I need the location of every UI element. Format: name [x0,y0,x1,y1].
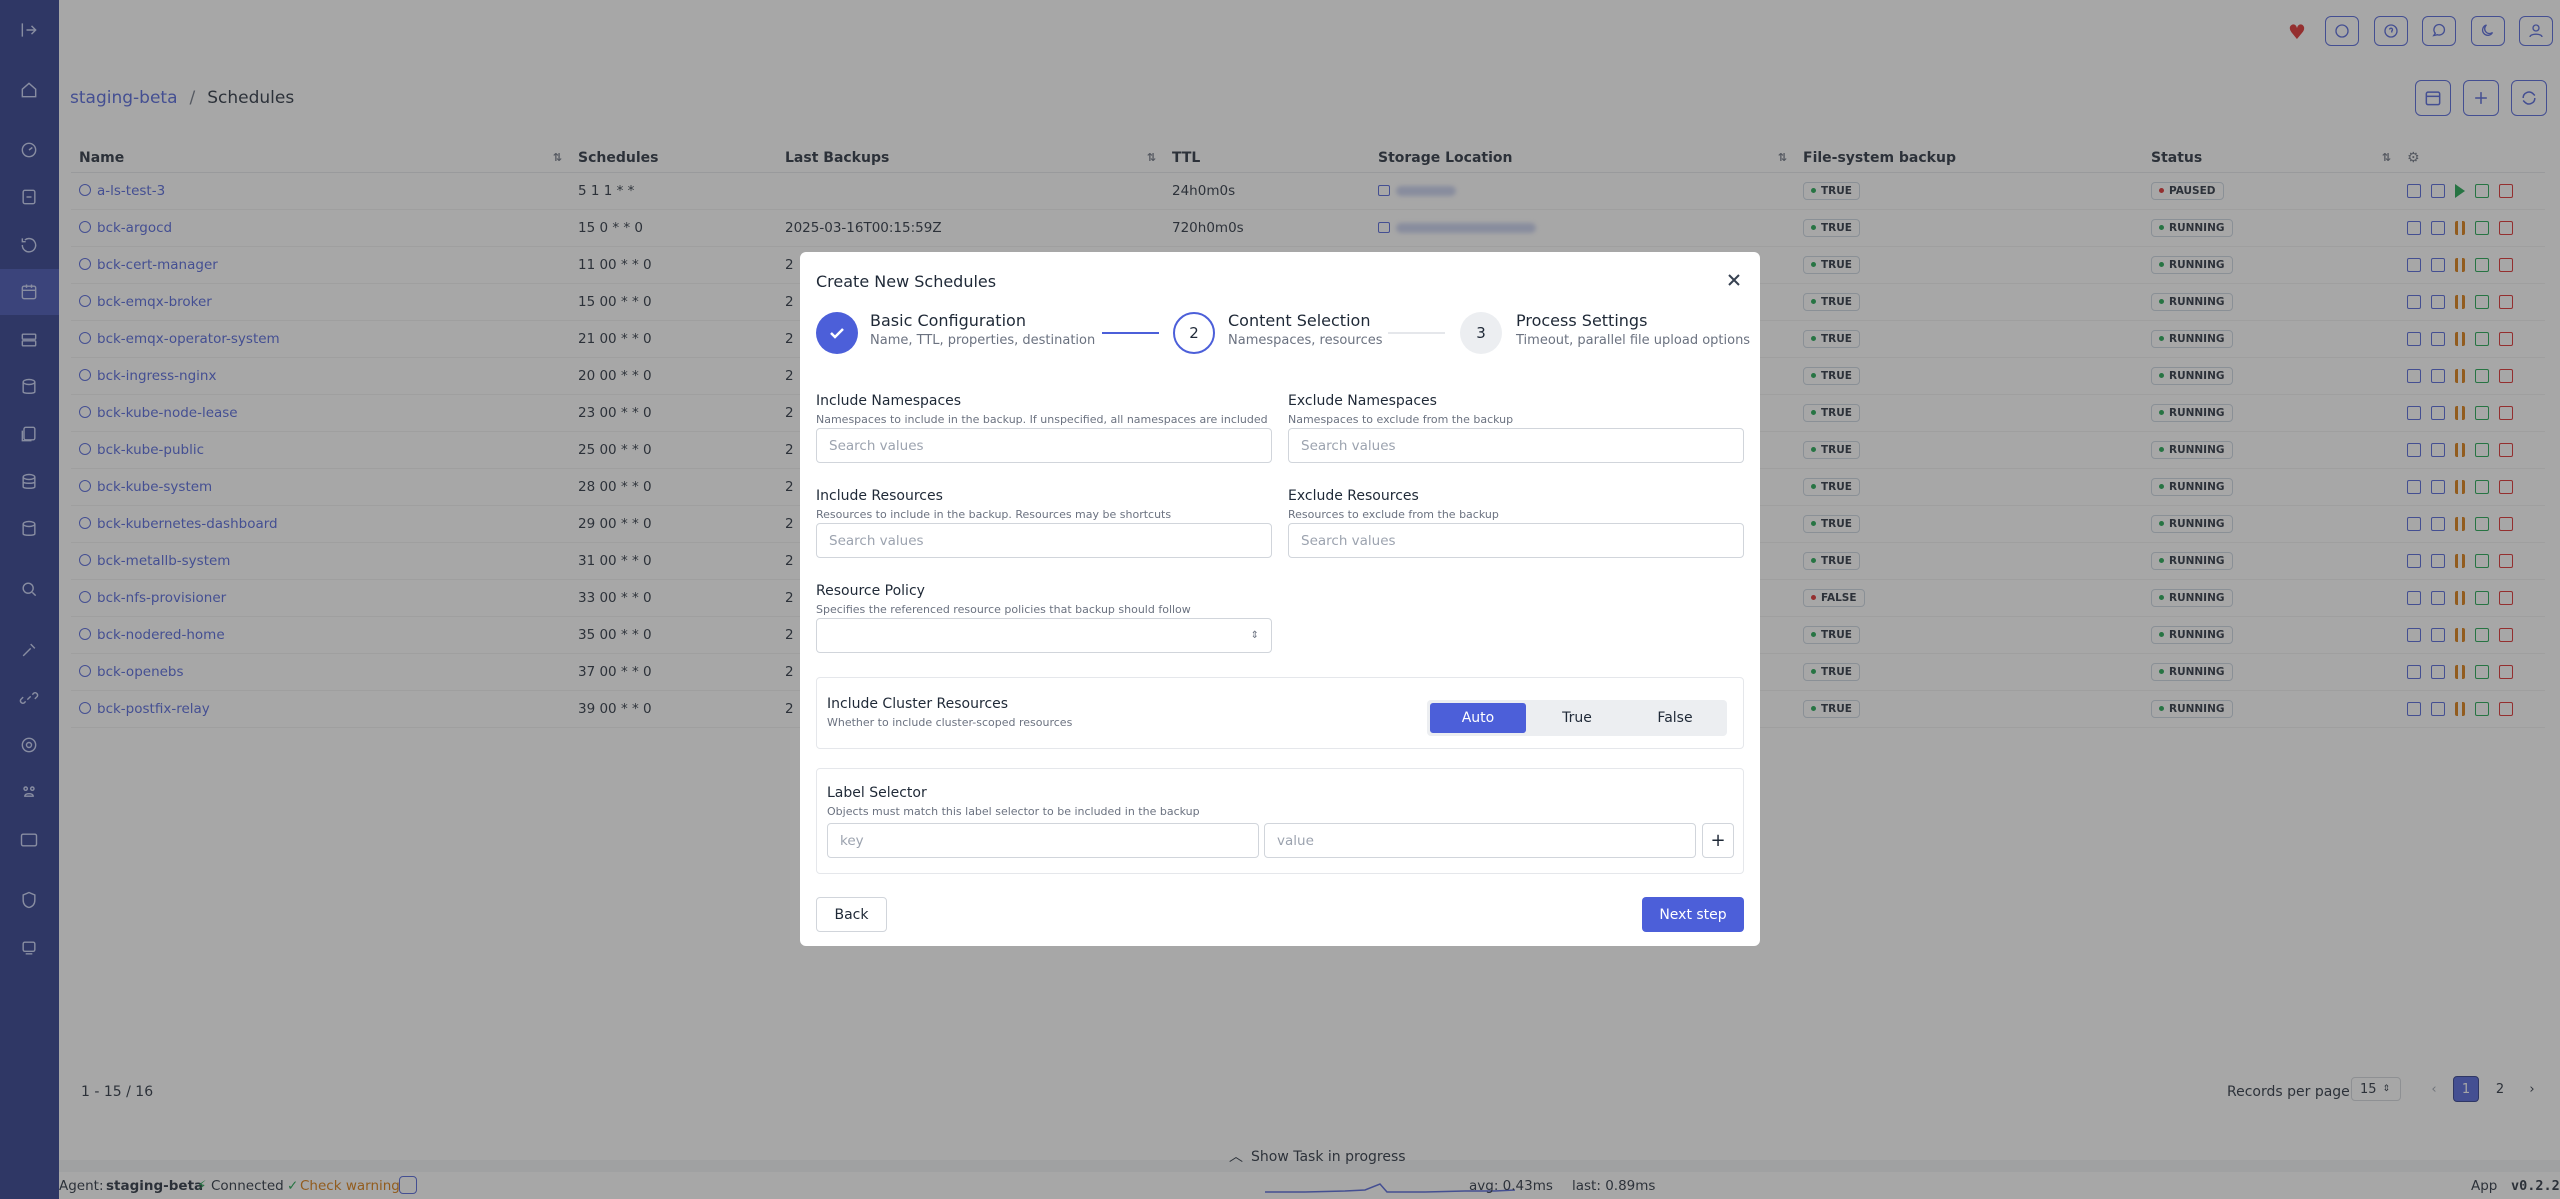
label-selector-panel: Label Selector Objects must match this l… [816,768,1744,874]
cluster-resources-help: Whether to include cluster-scoped resour… [827,716,1073,729]
modal-title: Create New Schedules [816,272,997,291]
exclude-resources-input[interactable]: Search values [1288,523,1744,558]
close-icon [1728,274,1740,286]
exclude-namespaces-help: Namespaces to exclude from the backup [1288,413,1514,426]
resource-policy-select[interactable]: ⇕ [816,618,1272,653]
step-3-title: Process Settings [1516,311,1648,330]
resource-policy-label: Resource Policy [816,583,925,599]
step-connector-1 [1102,332,1159,334]
back-button[interactable]: Back [816,897,887,932]
include-namespaces-label: Include Namespaces [816,393,962,409]
cluster-option-auto[interactable]: Auto [1430,703,1526,733]
exclude-resources-help: Resources to exclude from the backup [1288,508,1499,521]
step-2-title: Content Selection [1228,311,1371,330]
exclude-namespaces-label: Exclude Namespaces [1288,393,1437,409]
include-namespaces-input[interactable]: Search values [816,428,1272,463]
include-namespaces-help: Namespaces to include in the backup. If … [816,413,1268,426]
checkmark-icon [830,328,844,339]
label-selector-help: Objects must match this label selector t… [827,805,1200,818]
step-3-subtitle: Timeout, parallel file upload options [1516,333,1751,348]
resource-policy-help: Specifies the referenced resource polici… [816,603,1191,616]
cluster-resources-panel: Include Cluster Resources Whether to inc… [816,677,1744,749]
close-modal-button[interactable] [1724,270,1744,290]
cluster-option-false[interactable]: False [1627,703,1723,733]
step-3-indicator: 3 [1460,312,1502,354]
include-resources-help: Resources to include in the backup. Reso… [816,508,1172,521]
cluster-resources-toggle: Auto True False [1427,700,1727,736]
create-schedule-modal: Create New Schedules Basic Configuration… [800,252,1760,946]
label-key-input[interactable]: key [827,823,1259,858]
exclude-resources-label: Exclude Resources [1288,488,1419,504]
step-connector-2 [1388,332,1445,334]
exclude-namespaces-input[interactable]: Search values [1288,428,1744,463]
add-label-button[interactable]: + [1702,823,1734,858]
select-arrows-icon: ⇕ [1250,630,1259,641]
label-value-input[interactable]: value [1264,823,1696,858]
include-resources-label: Include Resources [816,488,943,504]
cluster-option-true[interactable]: True [1529,703,1625,733]
next-step-button[interactable]: Next step [1642,897,1744,932]
step-1-complete-indicator [816,312,858,354]
cluster-resources-label: Include Cluster Resources [827,696,1009,712]
label-selector-label: Label Selector [827,785,927,801]
include-resources-input[interactable]: Search values [816,523,1272,558]
step-2-indicator: 2 [1173,312,1215,354]
step-2-subtitle: Namespaces, resources [1228,333,1383,348]
step-1-subtitle: Name, TTL, properties, destination [870,333,1096,348]
step-1-title: Basic Configuration [870,311,1026,330]
